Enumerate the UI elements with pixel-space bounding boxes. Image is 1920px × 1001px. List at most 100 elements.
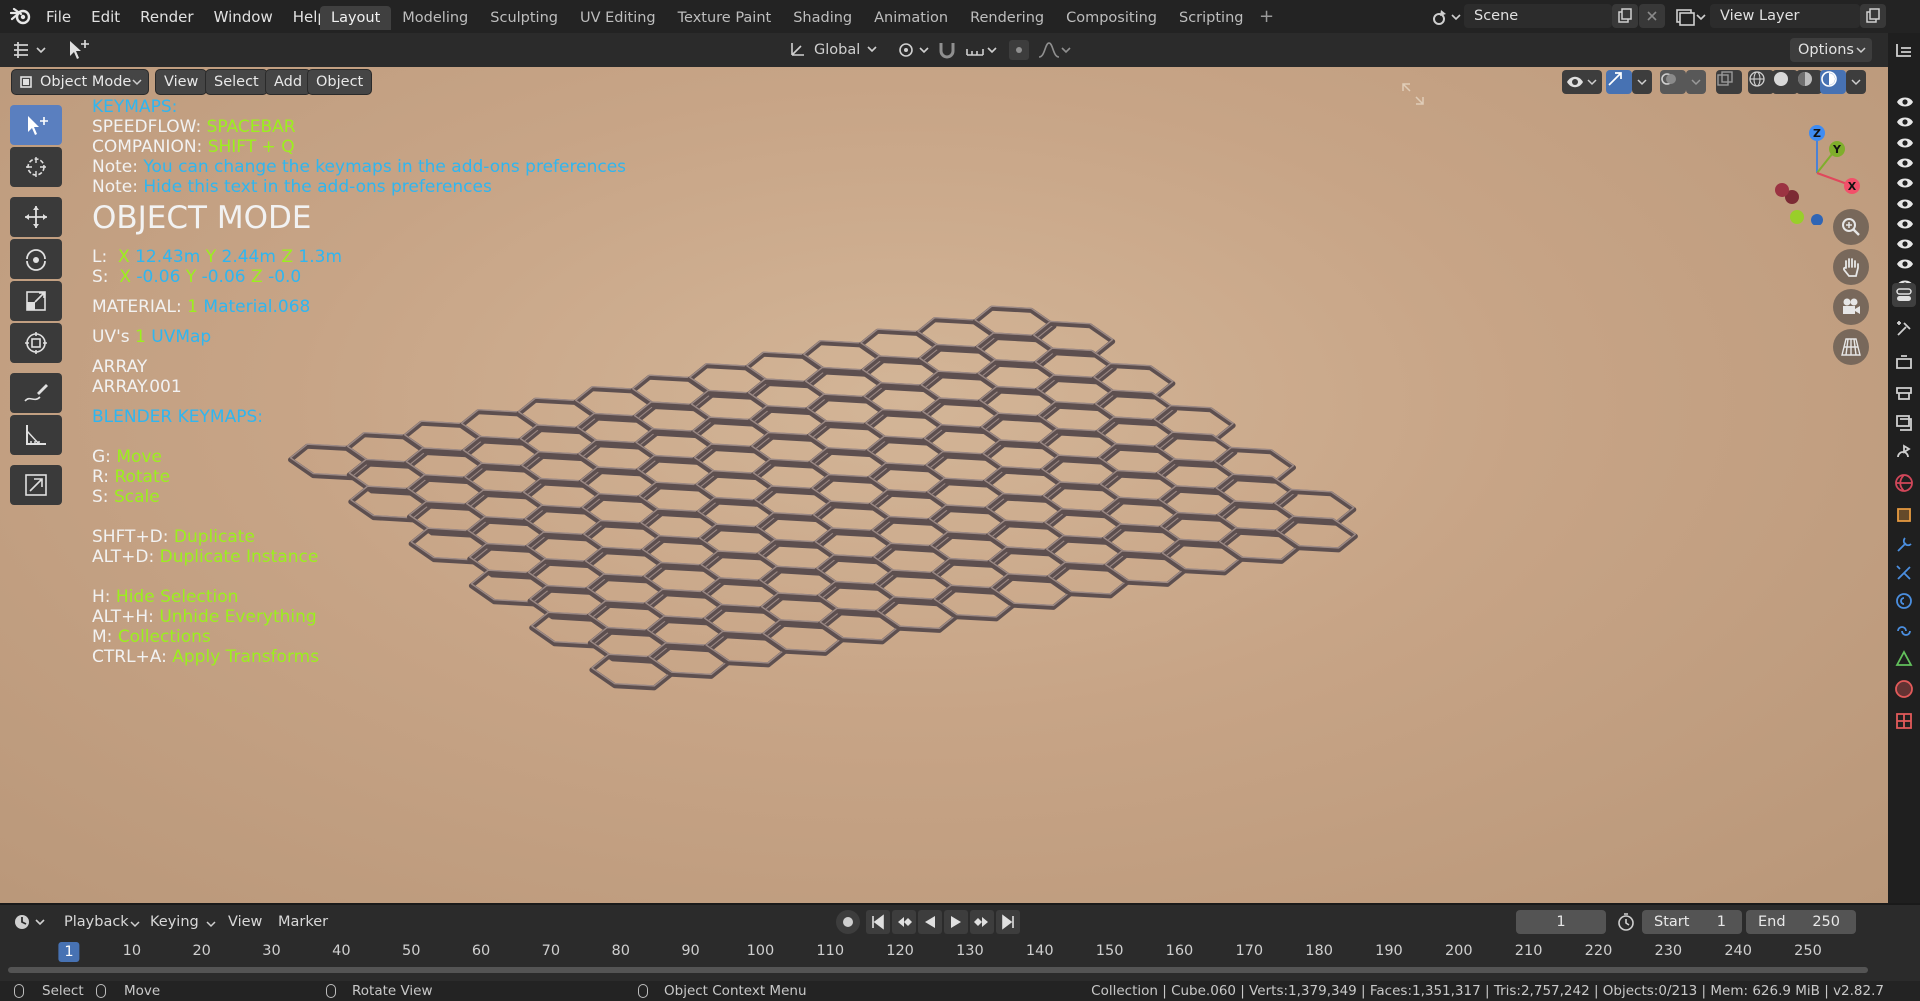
play-reverse-button[interactable] <box>918 910 942 934</box>
record-button[interactable] <box>836 910 860 934</box>
tab-modeling[interactable]: Modeling <box>391 6 479 30</box>
editor-type-icon[interactable] <box>10 39 50 61</box>
next-keyframe-button[interactable] <box>970 910 994 934</box>
visibility-eye-icon[interactable] <box>1896 137 1914 149</box>
tab-scripting[interactable]: Scripting <box>1168 6 1254 30</box>
tab-animation[interactable]: Animation <box>863 6 959 30</box>
object-menu[interactable]: Object <box>308 70 372 94</box>
add-workspace-button[interactable]: + <box>1254 6 1278 30</box>
visibility-eye-icon[interactable] <box>1896 258 1914 270</box>
view-layer-browse-icon[interactable] <box>1674 6 1708 28</box>
constraints-tab-icon[interactable] <box>1894 621 1914 641</box>
gizmo-neg-x-icon[interactable] <box>1775 183 1789 197</box>
perspective-toggle-button[interactable] <box>1833 329 1869 365</box>
snap-increment-icon[interactable] <box>964 39 1000 61</box>
tool-select-box[interactable] <box>10 105 62 145</box>
current-frame-indicator[interactable]: 1 <box>58 942 80 962</box>
pivot-point-icon[interactable] <box>896 39 932 61</box>
properties-toggle-button[interactable] <box>1892 283 1916 307</box>
timeline-scrollbar[interactable] <box>8 967 1868 973</box>
mode-dropdown[interactable]: Object Mode <box>12 70 148 94</box>
tool-add-cube[interactable] <box>10 465 62 505</box>
visibility-selectability-dropdown[interactable] <box>1562 70 1602 94</box>
tool-scale[interactable] <box>10 281 62 321</box>
marker-menu[interactable]: Marker <box>278 910 328 934</box>
view-layer-tab-icon[interactable] <box>1894 413 1914 433</box>
menu-edit[interactable]: Edit <box>81 8 130 26</box>
tool-settings-tab-icon[interactable] <box>1894 319 1914 339</box>
menu-render[interactable]: Render <box>130 8 203 26</box>
tab-sculpting[interactable]: Sculpting <box>479 6 569 30</box>
overlays-options-dropdown[interactable] <box>1686 70 1706 94</box>
timeline-view-menu[interactable]: View <box>228 910 262 934</box>
tool-cursor[interactable] <box>10 147 62 187</box>
snap-icon[interactable] <box>936 39 958 61</box>
tool-annotate[interactable] <box>10 373 62 413</box>
visibility-eye-icon[interactable] <box>1896 198 1914 210</box>
material-preview-button[interactable] <box>1796 70 1822 94</box>
render-tab-icon[interactable] <box>1894 353 1914 373</box>
gizmo-options-dropdown[interactable] <box>1632 70 1652 94</box>
play-button[interactable] <box>944 910 968 934</box>
tool-transform[interactable] <box>10 323 62 363</box>
scene-name-field[interactable]: Scene <box>1464 4 1612 28</box>
modifier-tab-icon[interactable] <box>1894 535 1914 555</box>
stopwatch-icon[interactable] <box>1616 912 1636 932</box>
tab-rendering[interactable]: Rendering <box>959 6 1055 30</box>
jump-end-button[interactable] <box>996 910 1020 934</box>
start-frame-field[interactable]: Start 1 <box>1642 910 1742 934</box>
output-tab-icon[interactable] <box>1894 383 1914 403</box>
tab-layout[interactable]: Layout <box>320 6 392 30</box>
tab-texture-paint[interactable]: Texture Paint <box>667 6 783 30</box>
gizmo-toggle-button[interactable] <box>1606 70 1632 94</box>
physics-tab-icon[interactable] <box>1894 591 1914 611</box>
visibility-eye-icon[interactable] <box>1896 116 1914 128</box>
object-tab-icon[interactable] <box>1894 505 1914 525</box>
navigation-gizmo[interactable]: Z Y X <box>1762 115 1872 225</box>
add-menu[interactable]: Add <box>266 70 311 94</box>
visibility-eye-icon[interactable] <box>1896 157 1914 169</box>
texture-tab-icon[interactable] <box>1894 711 1914 731</box>
new-view-layer-button[interactable] <box>1860 4 1886 28</box>
tool-measure[interactable] <box>10 415 62 455</box>
current-frame-field[interactable]: 1 <box>1516 910 1606 934</box>
pan-view-button[interactable] <box>1833 249 1869 285</box>
tab-compositing[interactable]: Compositing <box>1055 6 1168 30</box>
tool-move[interactable] <box>10 197 62 237</box>
material-tab-icon[interactable] <box>1894 679 1914 699</box>
prev-keyframe-button[interactable] <box>892 910 916 934</box>
options-dropdown[interactable]: Options <box>1790 38 1872 62</box>
gizmo-neg-y-icon[interactable] <box>1790 210 1804 224</box>
camera-view-button[interactable] <box>1833 289 1869 325</box>
proportional-falloff-icon[interactable] <box>1036 39 1072 61</box>
view-layer-name-field[interactable]: View Layer <box>1710 4 1860 28</box>
visibility-eye-icon[interactable] <box>1896 177 1914 189</box>
fullscreen-corner-icon[interactable] <box>1400 81 1426 107</box>
world-tab-icon[interactable] <box>1894 473 1914 493</box>
overlays-toggle-button[interactable] <box>1660 70 1686 94</box>
wireframe-shading-button[interactable] <box>1748 70 1774 94</box>
xray-toggle-button[interactable] <box>1716 70 1742 94</box>
end-frame-field[interactable]: End 250 <box>1746 910 1856 934</box>
visibility-eye-icon[interactable] <box>1896 238 1914 250</box>
3d-viewport[interactable]: Object Mode View Select Add Object KEYMA… <box>0 67 1888 903</box>
tool-rotate[interactable] <box>10 239 62 279</box>
visibility-eye-icon[interactable] <box>1896 96 1914 108</box>
view-menu[interactable]: View <box>156 70 207 94</box>
scene-browse-icon[interactable] <box>1430 6 1464 28</box>
clock-icon[interactable] <box>12 912 48 932</box>
particles-tab-icon[interactable] <box>1894 563 1914 583</box>
select-box-tool-icon[interactable] <box>66 38 92 62</box>
shading-options-dropdown[interactable] <box>1846 70 1866 94</box>
select-menu[interactable]: Select <box>206 70 267 94</box>
rendered-shading-button[interactable] <box>1820 70 1846 94</box>
tab-uv-editing[interactable]: UV Editing <box>569 6 667 30</box>
menu-file[interactable]: File <box>36 8 81 26</box>
blender-logo-icon[interactable] <box>10 7 32 25</box>
gizmo-neg-z-icon[interactable] <box>1811 214 1823 225</box>
scene-tab-icon[interactable] <box>1894 443 1914 463</box>
editor-type-outliner-icon[interactable] <box>1894 41 1914 59</box>
delete-scene-button[interactable] <box>1639 4 1665 28</box>
frame-ruler[interactable]: 1 10 20 30 40 50 60 70 80 90 100 110 120 130 140 150 16… <box>0 941 1920 965</box>
solid-shading-button[interactable] <box>1772 70 1798 94</box>
